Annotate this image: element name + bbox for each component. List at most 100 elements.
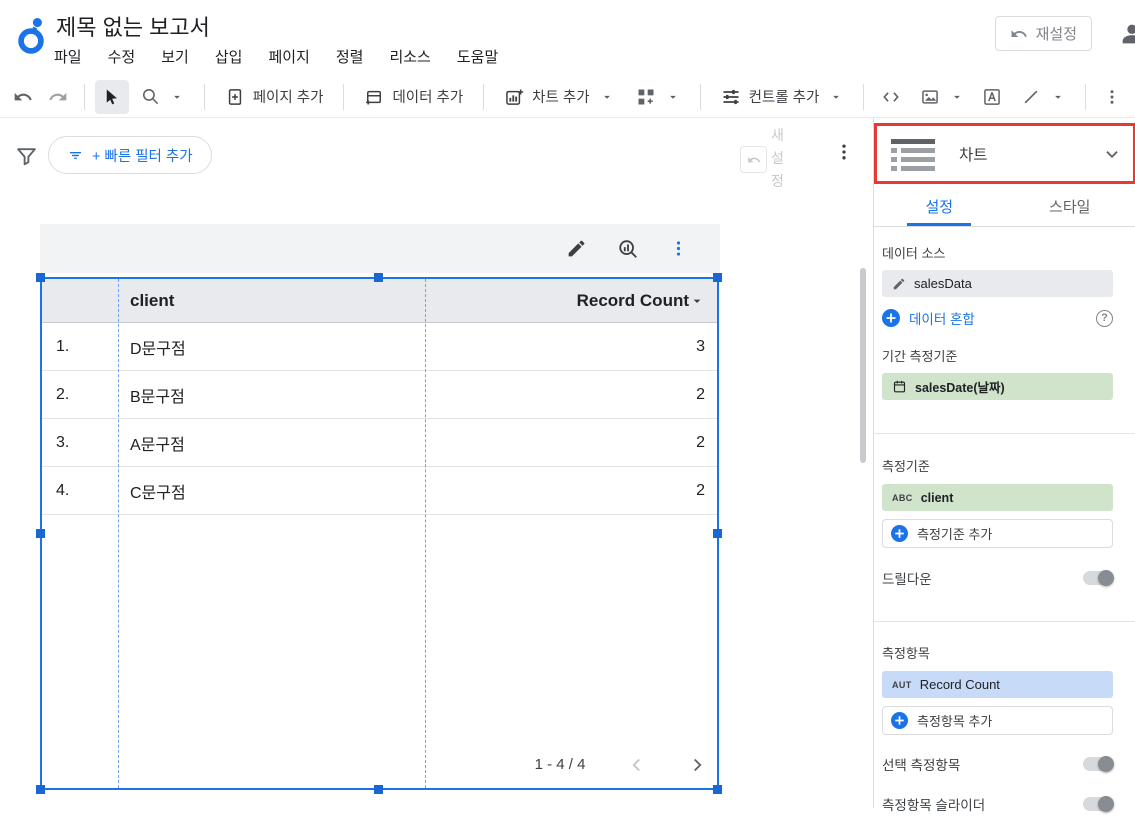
- menu-view[interactable]: 보기: [161, 46, 189, 67]
- chart-more-button[interactable]: [669, 239, 688, 258]
- optional-metrics-toggle[interactable]: [1083, 757, 1113, 771]
- table-row: 3. A문구점 2: [42, 419, 717, 467]
- select-tool-button[interactable]: [95, 80, 128, 114]
- menu-arrange[interactable]: 정렬: [336, 46, 364, 67]
- blend-data-link[interactable]: 데이터 혼합: [909, 308, 975, 328]
- report-canvas[interactable]: + 빠른 필터 추가 새 설 정 client Record Count: [0, 118, 873, 808]
- menu-resource[interactable]: 리소스: [389, 46, 430, 67]
- selection-handle[interactable]: [713, 785, 722, 794]
- toggle-knob: [1098, 570, 1114, 586]
- section-divider: [874, 433, 1135, 434]
- drilldown-label: 드릴다운: [882, 568, 932, 588]
- section-divider: [874, 621, 1135, 622]
- table-header-row: client Record Count: [42, 279, 717, 323]
- toolbar-more-button[interactable]: [1096, 80, 1129, 114]
- help-icon[interactable]: ?: [1096, 310, 1113, 327]
- data-add-icon: [364, 87, 384, 107]
- calendar-icon: [892, 379, 907, 394]
- looker-studio-logo-icon[interactable]: [14, 16, 48, 56]
- record-count-column-header[interactable]: Record Count: [425, 291, 717, 311]
- toggle-knob: [1098, 756, 1114, 772]
- pencil-icon: [566, 238, 587, 259]
- toolbar-divider: [483, 84, 484, 110]
- plus-circle-icon[interactable]: [882, 309, 900, 327]
- disabled-new-setting-button: 새 설 정: [740, 124, 784, 193]
- tab-style[interactable]: 스타일: [1005, 186, 1135, 226]
- toolbar-divider: [863, 84, 864, 110]
- plus-circle-icon: [891, 712, 908, 729]
- reset-button[interactable]: 재설정: [995, 16, 1092, 51]
- app-header: 제목 없는 보고서 파일 수정 보기 삽입 페이지 정렬 리소스 도움말 재설정: [0, 0, 1135, 76]
- redo-button[interactable]: [41, 80, 74, 114]
- selection-handle[interactable]: [374, 785, 383, 794]
- tab-setup[interactable]: 설정: [874, 186, 1005, 226]
- community-viz-icon: [636, 87, 656, 107]
- metric-slider-toggle[interactable]: [1083, 797, 1113, 811]
- client-column-header[interactable]: client: [118, 291, 425, 311]
- menu-page[interactable]: 페이지: [268, 46, 309, 67]
- toolbar-divider: [343, 84, 344, 110]
- selection-handle[interactable]: [374, 273, 383, 282]
- add-dimension-button[interactable]: 측정기준 추가: [882, 519, 1113, 548]
- image-icon: [920, 87, 940, 107]
- selection-handle[interactable]: [713, 273, 722, 282]
- add-data-button[interactable]: 데이터 추가: [354, 80, 473, 114]
- text-tool-icon: [982, 87, 1002, 107]
- insert-image-button[interactable]: [910, 80, 974, 114]
- zoom-tool-button[interactable]: [131, 80, 194, 114]
- selection-handle[interactable]: [713, 529, 722, 538]
- filter-funnel-icon[interactable]: [14, 144, 39, 169]
- embed-code-button[interactable]: [874, 80, 907, 114]
- edit-chart-button[interactable]: [566, 238, 587, 259]
- date-dimension-chip[interactable]: salesDate(날짜): [882, 373, 1113, 400]
- pencil-icon: [892, 277, 906, 291]
- dropdown-caret-icon: [950, 90, 964, 104]
- quick-filter-label: + 빠른 필터 추가: [92, 145, 193, 166]
- add-chart-button[interactable]: 차트 추가: [494, 80, 623, 114]
- add-quick-filter-button[interactable]: + 빠른 필터 추가: [48, 136, 212, 174]
- selection-handle[interactable]: [36, 273, 45, 282]
- chart-type-label: 차트: [959, 143, 988, 165]
- text-box-button[interactable]: [976, 80, 1009, 114]
- menu-insert[interactable]: 삽입: [215, 46, 243, 67]
- menu-help[interactable]: 도움말: [457, 46, 498, 67]
- pagination-next-button[interactable]: [684, 752, 710, 778]
- report-title[interactable]: 제목 없는 보고서: [56, 10, 210, 42]
- ghost-setting-text: 새 설 정: [771, 124, 784, 193]
- menu-edit[interactable]: 수정: [108, 46, 136, 67]
- chart-type-selector[interactable]: 차트: [874, 123, 1135, 184]
- code-icon: [881, 87, 901, 107]
- canvas-more-button[interactable]: [834, 142, 854, 162]
- main-toolbar: 페이지 추가 데이터 추가 차트 추가 컨트롤 추가: [0, 76, 1135, 118]
- metric-label: 측정항목: [882, 643, 1113, 662]
- data-source-chip[interactable]: salesData: [882, 270, 1113, 297]
- optional-metrics-label: 선택 측정항목: [882, 754, 960, 774]
- metric-chip[interactable]: AUT Record Count: [882, 671, 1113, 698]
- add-control-button[interactable]: 컨트롤 추가: [711, 80, 854, 114]
- table-row: 4. C문구점 2: [42, 467, 717, 515]
- drilldown-toggle[interactable]: [1083, 571, 1113, 585]
- canvas-scrollbar[interactable]: [860, 268, 866, 463]
- data-source-label: 데이터 소스: [882, 243, 1113, 262]
- data-source-name: salesData: [914, 276, 972, 291]
- selection-handle[interactable]: [36, 529, 45, 538]
- community-visualization-button[interactable]: [626, 80, 690, 114]
- line-tool-button[interactable]: [1011, 80, 1075, 114]
- pagination-prev-button[interactable]: [624, 752, 650, 778]
- more-vert-icon: [1103, 88, 1121, 106]
- explore-chart-button[interactable]: [617, 238, 639, 260]
- add-page-button[interactable]: 페이지 추가: [215, 80, 334, 114]
- menu-file[interactable]: 파일: [54, 46, 82, 67]
- undo-button[interactable]: [6, 80, 39, 114]
- dimension-chip[interactable]: ABC client: [882, 484, 1113, 511]
- properties-panel: 데이터 소스 salesData 데이터 혼합 ? 기간 측정기준 salesD…: [874, 227, 1135, 808]
- column-guide-line: [118, 279, 119, 788]
- dropdown-caret-icon: [829, 90, 843, 104]
- metric-slider-label: 측정항목 슬라이더: [882, 794, 985, 814]
- selection-handle[interactable]: [36, 785, 45, 794]
- share-person-icon[interactable]: [1118, 20, 1135, 48]
- field-type-badge: AUT: [892, 680, 912, 690]
- add-metric-button[interactable]: 측정항목 추가: [882, 706, 1113, 735]
- table-body: 1. D문구점 3 2. B문구점 2 3. A문구점 2 4. C문구점 2: [42, 323, 717, 515]
- chart-add-icon: [504, 87, 524, 107]
